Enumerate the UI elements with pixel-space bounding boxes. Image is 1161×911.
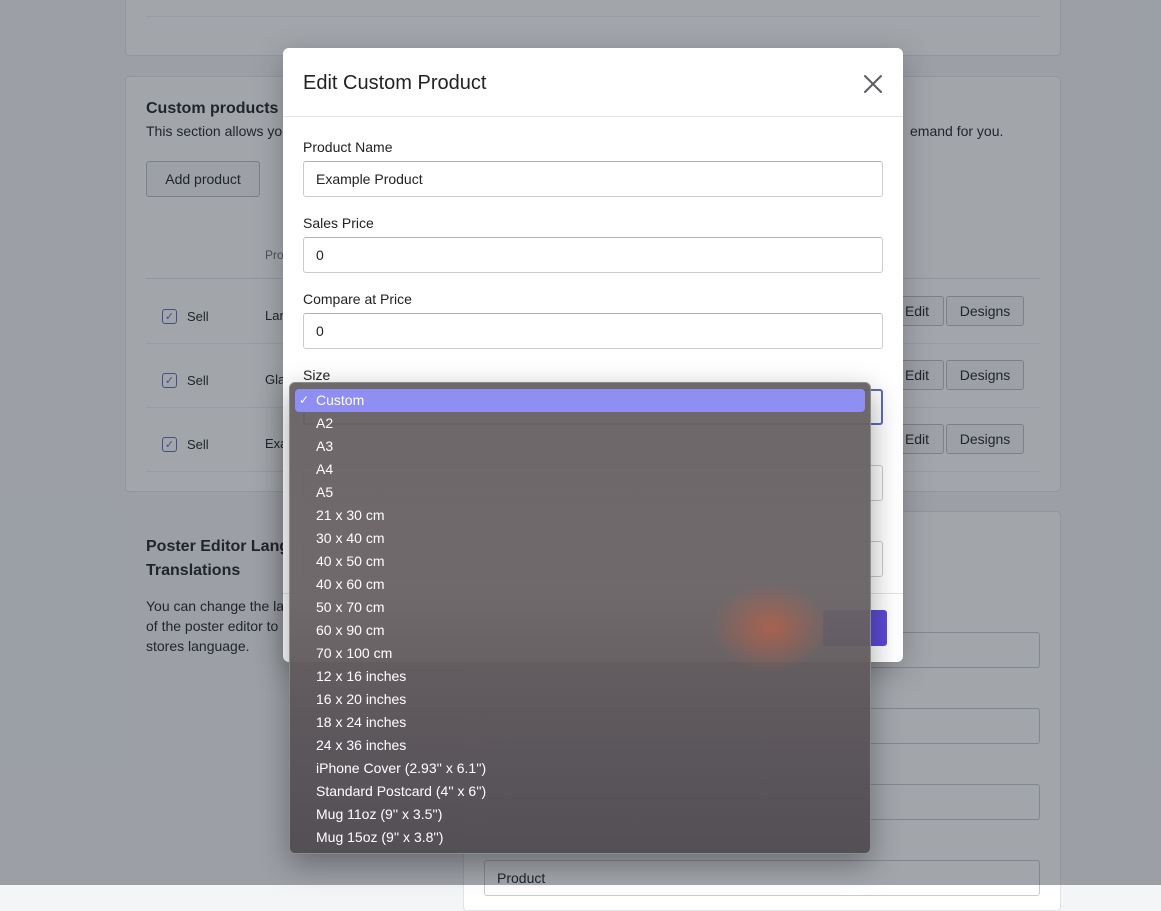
- size-option-label: A3: [316, 438, 334, 454]
- modal-header-divider: [283, 116, 903, 117]
- close-icon[interactable]: [861, 72, 885, 96]
- sales-price-input[interactable]: 0: [303, 237, 883, 273]
- size-option-label: Custom: [316, 392, 365, 408]
- size-option-label: Mug 11oz (9'' x 3.5''): [316, 806, 443, 822]
- size-option-label: 30 x 40 cm: [316, 530, 385, 546]
- size-option-label: 16 x 20 inches: [316, 691, 407, 707]
- size-option-label: 60 x 90 cm: [316, 622, 385, 638]
- checkmark-icon: ✓: [299, 393, 310, 407]
- size-option[interactable]: Standard Postcard (4'' x 6''): [295, 780, 865, 803]
- size-option[interactable]: 12 x 16 inches: [295, 665, 865, 688]
- size-option-label: Mug 15oz (9'' x 3.8''): [316, 829, 444, 845]
- size-option-label: 24 x 36 inches: [316, 737, 407, 753]
- size-option-label: 12 x 16 inches: [316, 668, 407, 684]
- size-option[interactable]: 16 x 20 inches: [295, 688, 865, 711]
- product-name-input[interactable]: Example Product: [303, 161, 883, 197]
- compare-price-input[interactable]: 0: [303, 313, 883, 349]
- size-option[interactable]: A4: [295, 458, 865, 481]
- size-option-label: 40 x 50 cm: [316, 553, 385, 569]
- size-option[interactable]: 50 x 70 cm: [295, 596, 865, 619]
- size-dropdown-menu: ✓ Custom A2 A3 A4 A5 21 x 30 cm 30 x 40 c…: [289, 382, 871, 854]
- size-option-label: A4: [316, 461, 334, 477]
- product-name-value: Example Product: [316, 171, 423, 187]
- size-option-label: 18 x 24 inches: [316, 714, 407, 730]
- modal-title: Edit Custom Product: [303, 72, 487, 94]
- size-option-label: Standard Postcard (4'' x 6''): [316, 783, 487, 799]
- size-option[interactable]: 60 x 90 cm: [295, 619, 865, 642]
- size-option-label: A2: [316, 415, 334, 431]
- size-option[interactable]: 21 x 30 cm: [295, 504, 865, 527]
- size-option-label: iPhone Cover (2.93'' x 6.1''): [316, 760, 487, 776]
- size-option-selected[interactable]: ✓ Custom: [295, 389, 865, 412]
- size-option-label: 40 x 60 cm: [316, 576, 385, 592]
- sales-price-value: 0: [316, 247, 324, 263]
- size-option[interactable]: 70 x 100 cm: [295, 642, 865, 665]
- size-option[interactable]: A2: [295, 412, 865, 435]
- size-option[interactable]: A5: [295, 481, 865, 504]
- sales-price-label: Sales Price: [303, 215, 374, 231]
- size-option[interactable]: iPhone Cover (2.93'' x 6.1''): [295, 757, 865, 780]
- size-option[interactable]: Mug 15oz (9'' x 3.8''): [295, 826, 865, 849]
- size-option[interactable]: 18 x 24 inches: [295, 711, 865, 734]
- size-option-label: A5: [316, 484, 334, 500]
- size-option[interactable]: 24 x 36 inches: [295, 734, 865, 757]
- size-option-label: 50 x 70 cm: [316, 599, 385, 615]
- size-option[interactable]: 30 x 40 cm: [295, 527, 865, 550]
- size-label: Size: [303, 367, 331, 383]
- compare-price-value: 0: [316, 323, 324, 339]
- size-option-label: 70 x 100 cm: [316, 645, 393, 661]
- product-name-label: Product Name: [303, 139, 393, 155]
- close-icon-svg: [864, 75, 882, 93]
- size-option[interactable]: 40 x 50 cm: [295, 550, 865, 573]
- size-option-label: 21 x 30 cm: [316, 507, 385, 523]
- size-option[interactable]: 40 x 60 cm: [295, 573, 865, 596]
- size-option[interactable]: A3: [295, 435, 865, 458]
- size-option[interactable]: Mug 11oz (9'' x 3.5''): [295, 803, 865, 826]
- compare-price-label: Compare at Price: [303, 291, 412, 307]
